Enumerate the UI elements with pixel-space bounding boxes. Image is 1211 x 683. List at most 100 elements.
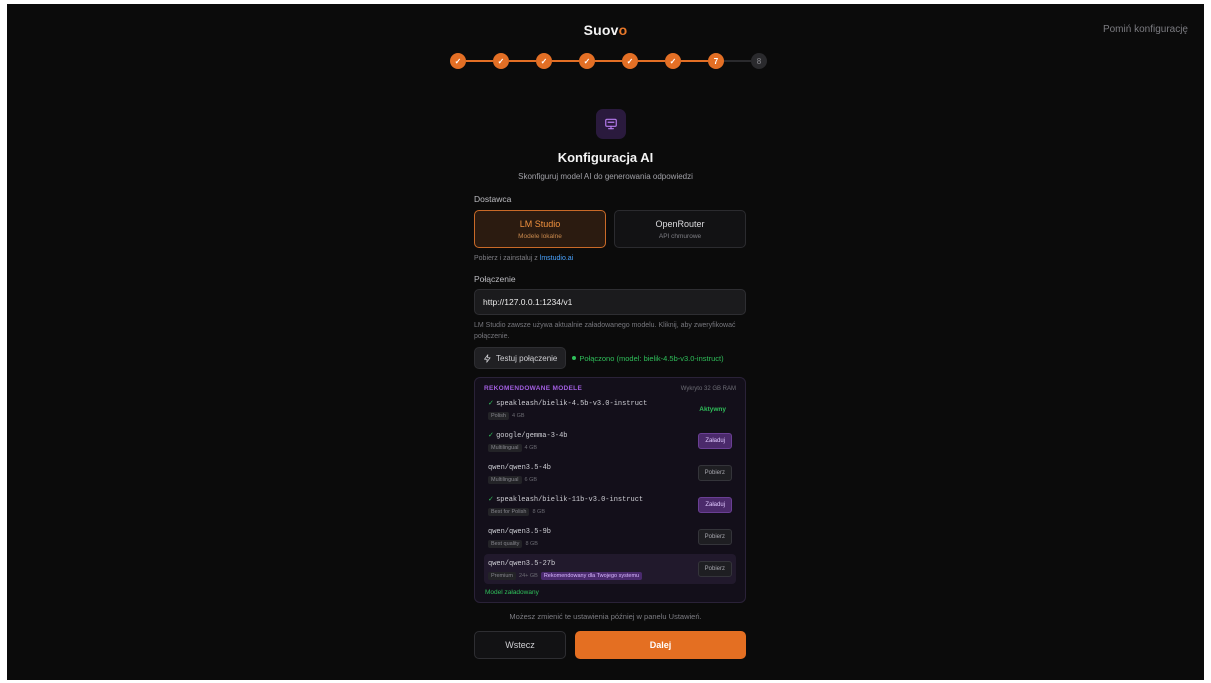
model-size: 8 GB [525, 540, 538, 547]
models-header: REKOMENDOWANE MODELE Wykryto 32 GB RAM [484, 385, 736, 392]
model-name: qwen/qwen3.5-9b [488, 527, 551, 536]
connection-url-input[interactable] [474, 289, 746, 315]
model-tag: Best quality [488, 539, 523, 548]
step-1: ✓ [450, 53, 466, 69]
test-connection-row: Testuj połączenie Połączono (model: biel… [474, 347, 746, 369]
model-row: qwen/qwen3.5-27b Premium 24+ GB Rekomendowa… [484, 554, 736, 584]
step-3: ✓ [536, 53, 552, 69]
model-row: ✓ google/gemma-3-4b Multilingual 4 GB Załad… [484, 426, 736, 456]
back-button[interactable]: Wstecz [474, 631, 566, 659]
step-connector [552, 60, 579, 62]
model-id: speakleash/bielik-4.5b-v3.0-instruct [496, 399, 648, 408]
model-size: 4 GB [524, 444, 538, 451]
model-info: ✓ speakleash/bielik-4.5b-v3.0-instruct Po… [488, 399, 647, 420]
model-id: qwen/qwen3.5-27b [488, 559, 556, 568]
step-connector [509, 60, 536, 62]
lmstudio-link[interactable]: lmstudio.ai [540, 255, 573, 262]
logo-accent: o [618, 22, 628, 38]
model-size: 24+ GB [519, 572, 538, 579]
model-tag: Best for Polish [488, 507, 530, 516]
step-connector [724, 60, 751, 62]
step-progress: ✓ ✓ ✓ ✓ ✓ ✓ 7 8 [450, 52, 767, 70]
model-tag: Premium [488, 571, 517, 580]
connection-status: Połączono (model: bielik-4.5b-v3.0-instr… [572, 353, 724, 363]
model-size: 4 GB [511, 412, 525, 419]
model-id: speakleash/bielik-11b-v3.0-instruct [496, 495, 644, 504]
models-title: REKOMENDOWANE MODELE [484, 385, 583, 392]
model-meta: Premium 24+ GB Rekomendowany dla Twojego s… [488, 571, 643, 580]
check-icon: ✓ [488, 430, 497, 439]
settings-note: Możesz zmienić te ustawienia później w p… [509, 612, 702, 621]
step-6: ✓ [665, 53, 681, 69]
connection-status-text: Połączono (model: bielik-4.5b-v3.0-instr… [579, 353, 724, 363]
model-name: ✓ speakleash/bielik-4.5b-v3.0-instruct [488, 399, 647, 408]
provider-option-lm-studio[interactable]: LM Studio Modele lokalne [474, 210, 606, 248]
model-meta: Multilingual 4 GB [488, 443, 568, 452]
ai-config-form: Dostawca LM Studio Modele lokalne OpenRo… [474, 194, 746, 603]
download-hint: Pobierz i zainstaluj z lmstudio.ai [474, 255, 746, 262]
model-loaded-status: Model załadowany [485, 589, 539, 596]
provider-desc: Modele lokalne [518, 232, 562, 240]
step-5: ✓ [622, 53, 638, 69]
model-row: ✓ speakleash/bielik-4.5b-v3.0-instruct Po… [484, 394, 736, 424]
model-tag: Multilingual [488, 443, 522, 452]
provider-selector: LM Studio Modele lokalne OpenRouter API … [474, 210, 746, 248]
model-action-download[interactable]: Pobierz [697, 529, 732, 545]
model-info: qwen/qwen3.5-4b Multilingual 6 GB [488, 463, 551, 484]
step-connector [681, 60, 708, 62]
step-8: 8 [751, 53, 767, 69]
model-row: qwen/qwen3.5-9b Best quality 8 GB Pobierz [484, 522, 736, 552]
model-size: 8 GB [532, 508, 546, 515]
model-name: ✓ google/gemma-3-4b [488, 431, 568, 440]
step-connector [595, 60, 622, 62]
model-action-load[interactable]: Załaduj [698, 433, 732, 449]
model-name: qwen/qwen3.5-27b [488, 559, 642, 568]
model-action-download[interactable]: Pobierz [697, 561, 732, 577]
check-icon: ✓ [488, 494, 497, 503]
check-icon: ✓ [488, 398, 497, 407]
provider-label: Dostawca [474, 194, 512, 204]
model-tag: Polish [488, 411, 509, 420]
test-connection-label: Testuj połączenie [496, 353, 558, 363]
lightning-icon [484, 353, 491, 363]
connection-label: Połączenie [474, 274, 516, 284]
recommended-badge: Rekomendowany dla Twojego systemu [540, 571, 643, 580]
model-info: qwen/qwen3.5-27b Premium 24+ GB Rekomendowa… [488, 559, 643, 580]
provider-name: LM Studio [519, 218, 561, 229]
provider-option-openrouter[interactable]: OpenRouter API chmurowe [614, 210, 746, 248]
page-title: Konfiguracja AI [557, 150, 654, 165]
recommended-models-panel: REKOMENDOWANE MODELE Wykryto 32 GB RAM ✓… [474, 377, 746, 603]
model-action-active: Aktywny [699, 405, 726, 413]
model-meta: Polish 4 GB [488, 411, 647, 420]
model-row: ✓ speakleash/bielik-11b-v3.0-instruct Bes… [484, 490, 736, 520]
model-meta: Best for Polish 8 GB [488, 507, 643, 516]
model-name: qwen/qwen3.5-4b [488, 463, 551, 472]
provider-name: OpenRouter [655, 218, 705, 229]
onboarding-screen: Pomiń konfigurację Suovo ✓ ✓ ✓ ✓ ✓ ✓ 7 8 Konfig… [7, 4, 1204, 680]
model-info: ✓ speakleash/bielik-11b-v3.0-instruct Bes… [488, 495, 643, 516]
model-action-load[interactable]: Załaduj [698, 497, 732, 513]
app-logo: Suovo [7, 22, 1204, 38]
model-size: 6 GB [524, 476, 538, 483]
next-button[interactable]: Dalej [575, 631, 746, 659]
monitor-icon [596, 109, 626, 139]
model-id: qwen/qwen3.5-9b [488, 527, 552, 536]
step-4: ✓ [579, 53, 595, 69]
page-subtitle: Skonfiguruj model AI do generowania odpo… [518, 172, 693, 181]
step-connector [638, 60, 665, 62]
step-connector [466, 60, 493, 62]
model-meta: Best quality 8 GB [488, 539, 551, 548]
model-info: qwen/qwen3.5-9b Best quality 8 GB [488, 527, 551, 548]
provider-desc: API chmurowe [658, 232, 702, 240]
status-dot-icon [572, 356, 577, 360]
model-meta: Multilingual 6 GB [488, 475, 551, 484]
step-7: 7 [708, 53, 724, 69]
model-list: ✓ speakleash/bielik-4.5b-v3.0-instruct Po… [484, 394, 736, 584]
connection-help-text: LM Studio zawsze używa aktualnie załadow… [474, 322, 736, 340]
model-tag: Multilingual [488, 475, 522, 484]
model-action-download[interactable]: Pobierz [697, 465, 732, 481]
model-info: ✓ google/gemma-3-4b Multilingual 4 GB [488, 431, 568, 452]
model-name: ✓ speakleash/bielik-11b-v3.0-instruct [488, 495, 643, 504]
detected-ram: Wykryto 32 GB RAM [680, 385, 736, 392]
test-connection-button[interactable]: Testuj połączenie [474, 347, 567, 369]
